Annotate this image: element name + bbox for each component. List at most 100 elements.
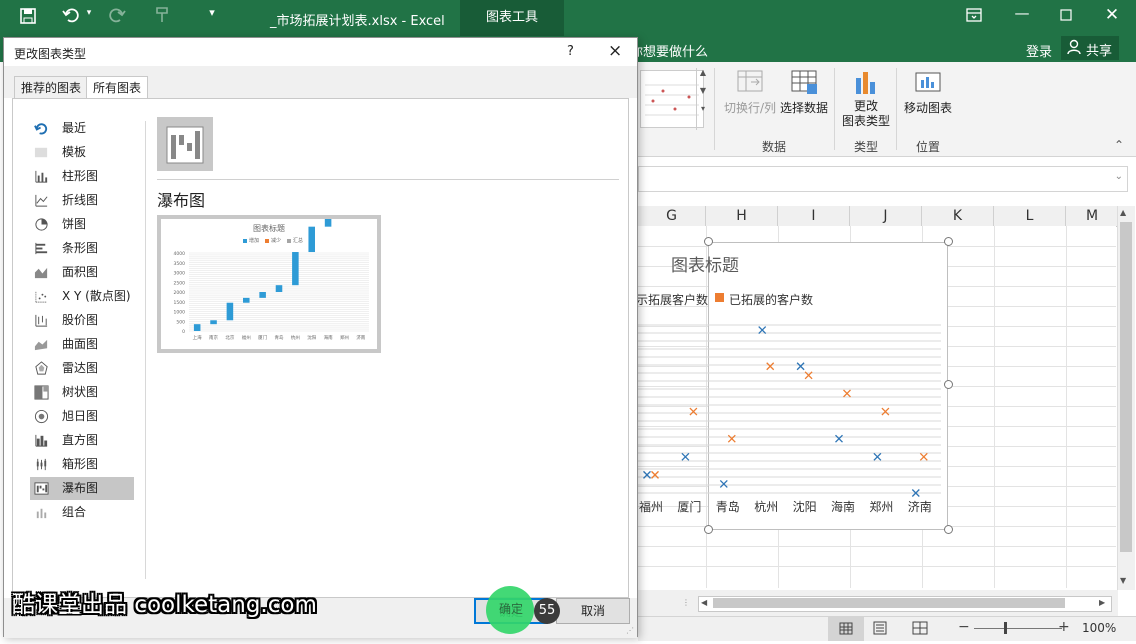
chart-category-item[interactable]: 瀑布图 [30, 477, 134, 500]
column-header[interactable]: L [994, 206, 1066, 226]
scroll-left-icon[interactable]: ◀ [701, 598, 707, 607]
column-header[interactable]: J [850, 206, 922, 226]
chart-category-item[interactable]: 股价图 [30, 309, 134, 332]
chart-category-item[interactable]: 直方图 [30, 429, 134, 452]
plot-area[interactable]: 福州 厦门 青岛 杭州 沈阳 海南 郑州 济南 [638, 243, 947, 529]
waterfall-subtype-thumbnail[interactable] [157, 117, 213, 171]
preview-bar [275, 285, 283, 292]
dialog-tabs: 推荐的图表 所有图表 [4, 66, 637, 99]
scroll-down-icon[interactable]: ▼ [1120, 576, 1126, 585]
zoom-out-icon[interactable]: − [958, 619, 970, 635]
cancel-button[interactable]: 取消 [556, 598, 630, 624]
select-data-button[interactable]: 选择数据 [778, 68, 830, 116]
scroll-thumb[interactable] [1120, 222, 1132, 552]
horizontal-scrollbar[interactable]: ◀ ▶ [698, 596, 1112, 612]
tab-all-charts[interactable]: 所有图表 [86, 76, 149, 99]
page-layout-view-icon[interactable] [872, 621, 888, 638]
window-title: _市场拓展计划表.xlsx - Excel [270, 14, 445, 29]
column-header[interactable]: G [638, 206, 706, 226]
dialog-body: 最近模板柱形图 折线图 饼图 条形图 面积图 X Y (散点图) 股价图 曲面图 雷达图 树状图旭… [12, 98, 629, 598]
change-chart-type-button[interactable]: 更改 图表类型 [838, 68, 894, 129]
help-button[interactable]: ? [567, 44, 574, 59]
sign-in-link[interactable]: 登录 [1026, 41, 1052, 60]
chart-category-item[interactable]: 最近 [30, 117, 134, 140]
normal-view-button[interactable] [828, 617, 864, 641]
undo-dropdown-icon[interactable]: ▾ [84, 8, 94, 18]
chart-category-item[interactable]: X Y (散点图) [30, 285, 134, 308]
preview-y-tick: 0 [182, 329, 185, 335]
resize-handle[interactable] [944, 380, 953, 389]
zoom-in-icon[interactable]: + [1058, 619, 1070, 635]
chart-category-item[interactable]: 组合 [30, 501, 134, 524]
chart-category-item[interactable]: 面积图 [30, 261, 134, 284]
gallery-scroll[interactable]: ▲ ▼ ▾ [696, 68, 709, 130]
resize-handle[interactable] [704, 525, 713, 534]
collapse-ribbon-icon[interactable]: ⌃ [1114, 138, 1124, 152]
tab-recommended-charts[interactable]: 推荐的图表 [14, 76, 89, 98]
preview-y-tick: 3500 [174, 261, 186, 267]
column-header[interactable]: K [922, 206, 994, 226]
tab-split-handle[interactable]: ⋮ [682, 598, 690, 607]
scroll-up-icon[interactable]: ▲ [1120, 208, 1126, 217]
preview-y-tick: 4000 [174, 251, 186, 257]
column-headers: G H I J K L M [638, 206, 1118, 227]
chart-category-item[interactable]: 雷达图 [30, 357, 134, 380]
h-scroll-thumb[interactable] [713, 598, 1065, 608]
redo-icon [106, 6, 128, 28]
chart-category-item[interactable]: 柱形图 [30, 165, 134, 188]
column-header[interactable]: I [778, 206, 850, 226]
resize-handle[interactable] [944, 525, 953, 534]
chart-category-item[interactable]: 树状图 [30, 381, 134, 404]
column-header[interactable]: H [706, 206, 778, 226]
chart-category-item[interactable]: 模板 [30, 141, 134, 164]
resize-handle[interactable] [704, 237, 713, 246]
vertical-scrollbar[interactable]: ▲ ▼ [1117, 206, 1135, 590]
minimize-icon[interactable]: — [1012, 4, 1032, 22]
bar-chart-icon [35, 242, 48, 255]
tell-me-box[interactable]: 你想要做什么 [630, 41, 708, 60]
chart-category-item[interactable]: 条形图 [30, 237, 134, 260]
save-icon[interactable] [18, 8, 38, 28]
scroll-right-icon[interactable]: ▶ [1099, 598, 1105, 607]
chart-styles-gallery[interactable] [640, 70, 704, 128]
dialog-close-button[interactable]: × [608, 41, 622, 61]
zoom-slider[interactable] [974, 628, 1062, 629]
zoom-slider-thumb[interactable] [1004, 622, 1007, 634]
chart-category-label: 旭日图 [62, 409, 99, 423]
chart-category-item[interactable]: 饼图 [30, 213, 134, 236]
chart-category-label: X Y (散点图) [62, 289, 131, 303]
zoom-level[interactable]: 100% [1082, 621, 1116, 635]
column-header[interactable]: M [1066, 206, 1118, 226]
subtype-divider [157, 179, 619, 180]
close-window-icon[interactable]: ✕ [1102, 5, 1122, 25]
chart-tools-context-tab: 图表工具 [460, 0, 564, 36]
ribbon-separator [896, 68, 897, 150]
normal-view-icon [839, 622, 853, 635]
resize-handle[interactable] [944, 237, 953, 246]
move-chart-button[interactable]: 移动图表 [900, 68, 956, 116]
person-icon [1067, 39, 1081, 58]
undo-icon[interactable] [60, 6, 82, 28]
chart-category-item[interactable]: 箱形图 [30, 453, 134, 476]
chart-category-label: 模板 [62, 145, 87, 159]
surface-chart-icon [34, 339, 48, 351]
chart-category-item[interactable]: 曲面图 [30, 333, 134, 356]
data-point-marker [766, 362, 775, 371]
page-break-view-icon[interactable] [912, 621, 928, 638]
preview-x-label: 杭州 [291, 334, 300, 341]
formula-bar[interactable]: ⌄ [638, 166, 1128, 192]
expand-formula-icon[interactable]: ⌄ [1115, 171, 1123, 182]
ribbon: ▲ ▼ ▾ 切换行/列 选择数据 更改 图表类型 移动图表 数据 类型 位置 ⌃ [638, 62, 1136, 157]
dialog-title-bar[interactable]: 更改图表类型 ? × [4, 38, 637, 66]
preview-x-label: 海南 [324, 334, 333, 341]
maximize-icon[interactable] [1056, 7, 1076, 25]
resize-grip-icon[interactable]: ⋰ [626, 626, 634, 635]
chart-category-item[interactable]: 折线图 [30, 189, 134, 212]
share-button[interactable]: 共享 [1061, 36, 1119, 60]
customize-toolbar-icon[interactable]: ▾ [204, 6, 220, 19]
chart-category-label: 组合 [62, 505, 87, 519]
ribbon-display-options-icon[interactable] [964, 8, 984, 26]
preview-y-tick: 1000 [174, 310, 186, 316]
chart-category-item[interactable]: 旭日图 [30, 405, 134, 428]
chart-preview[interactable]: 图表标题 增加 减少 汇总 4000 3500 3000 2500 2000 1500 10… [157, 215, 381, 353]
